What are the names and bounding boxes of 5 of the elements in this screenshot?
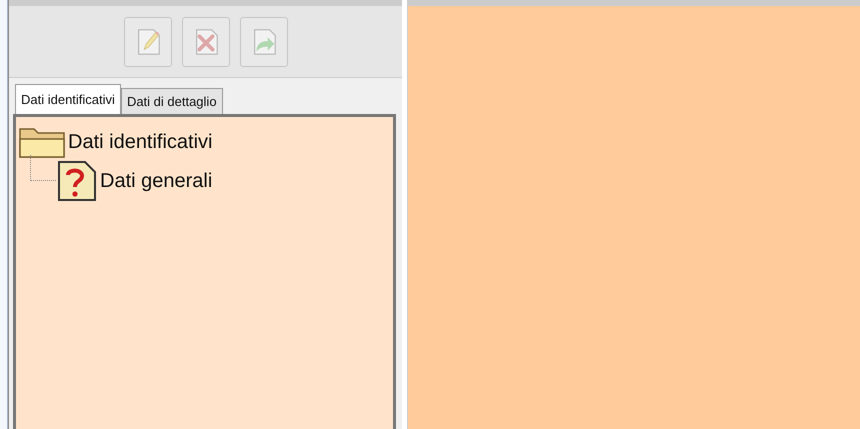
question-document-icon (56, 159, 98, 203)
tab[interactable]: Dati identificativi (15, 84, 121, 114)
tab[interactable]: Dati di dettaglio (120, 88, 223, 114)
tree-item[interactable]: Dati generali (100, 166, 212, 196)
tree-item[interactable]: Dati identificativi (68, 127, 213, 157)
